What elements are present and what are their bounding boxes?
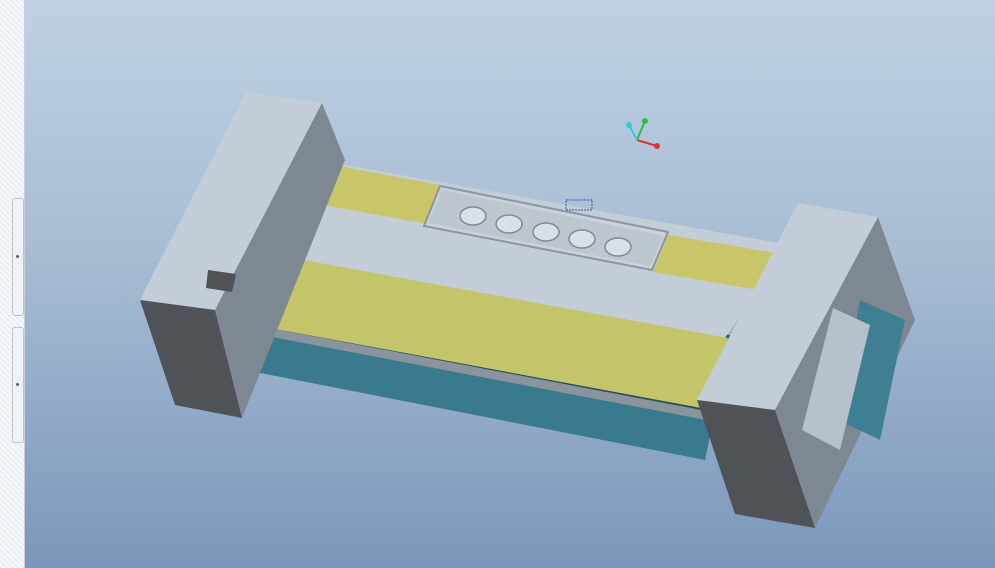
panel-button-1[interactable]	[459, 206, 487, 226]
sash-grip-icon	[16, 383, 19, 386]
panel-button-2[interactable]	[495, 214, 523, 234]
panel-button-5[interactable]	[604, 237, 632, 257]
coordinate-triad-icon	[626, 118, 660, 149]
model-scene	[140, 92, 915, 528]
sash-handle-upper[interactable]	[12, 198, 24, 316]
graphics-viewport[interactable]	[25, 0, 995, 568]
sash-handle-lower[interactable]	[12, 327, 24, 443]
left-panel-strip	[0, 0, 25, 568]
panel-button-3[interactable]	[532, 222, 560, 242]
sash-grip-icon	[16, 255, 19, 258]
panel-button-4[interactable]	[568, 229, 596, 249]
